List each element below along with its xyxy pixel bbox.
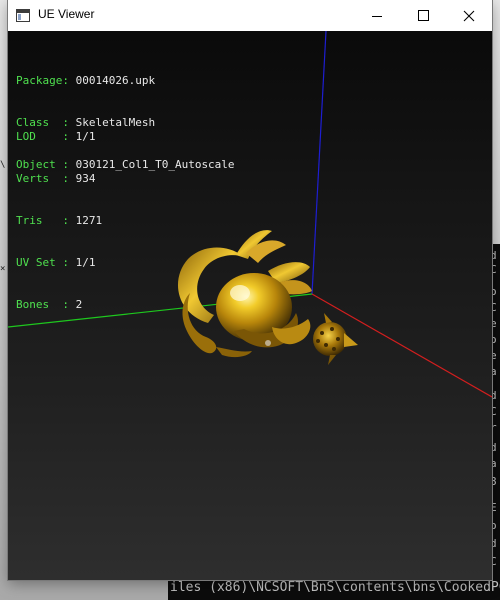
info-row-uvset: UV Set : 1/1 bbox=[16, 256, 96, 269]
maximize-icon bbox=[417, 10, 429, 21]
title-bar[interactable]: UE Viewer bbox=[8, 0, 492, 31]
app-window-icon bbox=[16, 9, 30, 22]
close-icon bbox=[463, 10, 475, 21]
minimize-icon bbox=[372, 15, 382, 17]
desktop-edge-mark: × bbox=[0, 264, 6, 274]
close-button[interactable] bbox=[446, 0, 492, 31]
window-title: UE Viewer bbox=[38, 7, 95, 21]
axis-z-line bbox=[311, 31, 327, 295]
3d-viewport[interactable]: Package: 00014026.upk Class : SkeletalMe… bbox=[8, 31, 492, 580]
info-row-package: Package: 00014026.upk bbox=[16, 74, 156, 87]
desktop-background: \ × d C o C e o e a d C r d a 8 E o d C … bbox=[0, 0, 500, 600]
minimize-button[interactable] bbox=[354, 0, 400, 31]
background-console-path-line: iles (x86)\NCSOFT\BnS\contents\bns\Cooke… bbox=[168, 578, 500, 600]
skeletal-mesh-model bbox=[177, 230, 358, 365]
info-row-bones: Bones : 2 bbox=[16, 298, 83, 311]
desktop-edge-mark: \ bbox=[0, 160, 6, 170]
info-row-verts: Verts : 934 bbox=[16, 172, 96, 185]
maximize-button[interactable] bbox=[400, 0, 446, 31]
info-row-tris: Tris : 1271 bbox=[16, 214, 103, 227]
ue-viewer-window[interactable]: UE Viewer Package: 00014026.upk Class: … bbox=[8, 0, 492, 580]
mesh-info-stats: LOD : 1/1 Verts : 934 Tris : 1271 UV Set… bbox=[16, 102, 102, 340]
info-row-lod: LOD : 1/1 bbox=[16, 130, 96, 143]
